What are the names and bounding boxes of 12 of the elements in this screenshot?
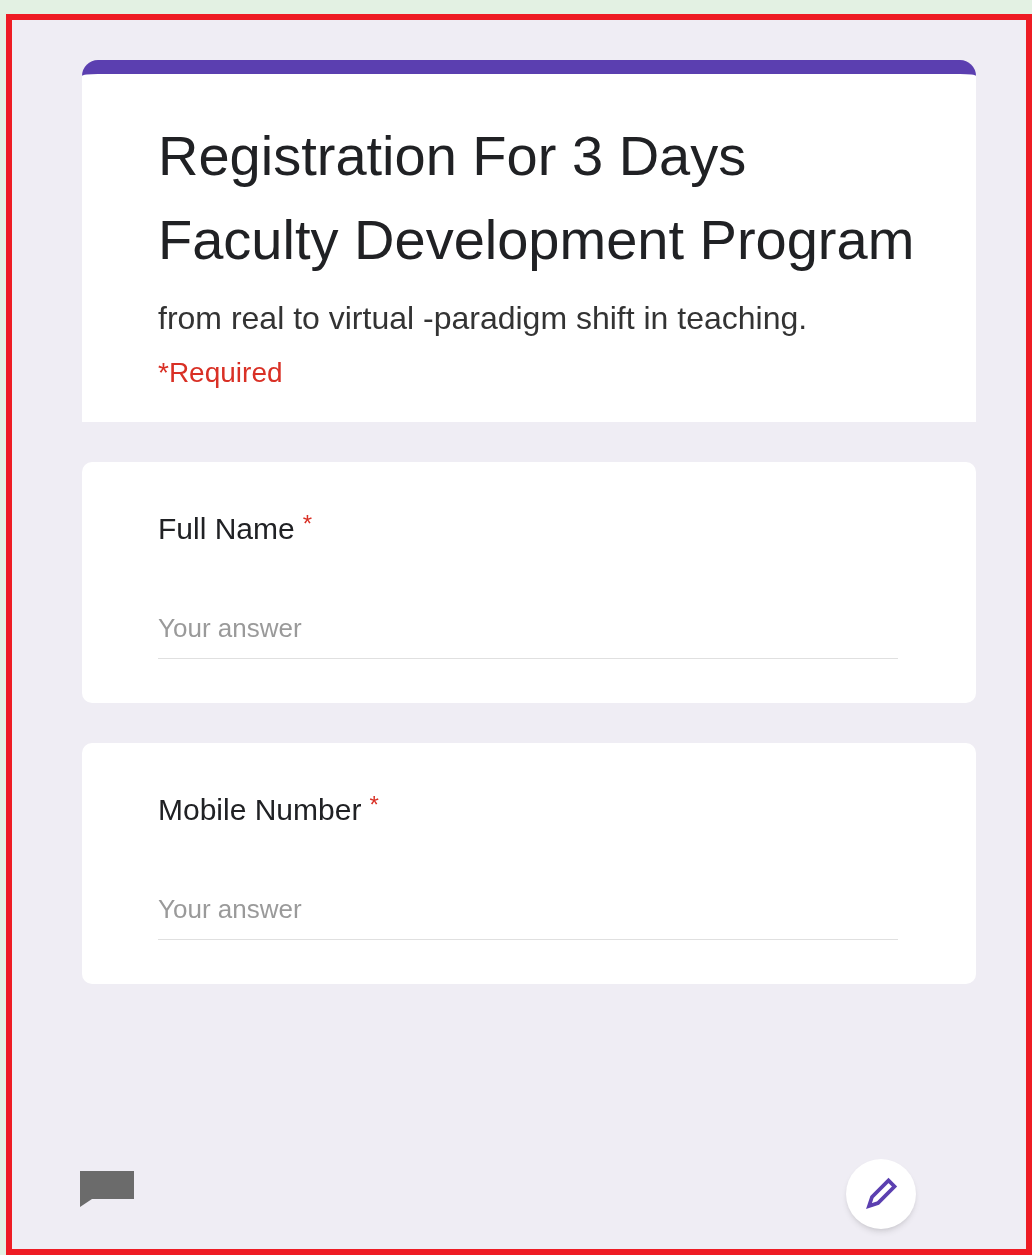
pencil-icon xyxy=(863,1176,899,1212)
form-title: Registration For 3 Days Faculty Development Program xyxy=(158,123,916,273)
question-label: Mobile Number xyxy=(158,792,362,828)
required-note: *Required xyxy=(158,356,284,390)
required-asterisk: * xyxy=(302,509,313,539)
edit-button[interactable] xyxy=(846,1159,916,1229)
answer-field[interactable]: Your answer xyxy=(158,890,898,940)
form-description: from real to virtual -paradigm shift in teaching. xyxy=(158,299,809,338)
question-label: Full Name xyxy=(158,511,295,547)
feedback-icon[interactable] xyxy=(78,1169,136,1209)
answer-field[interactable]: Your answer xyxy=(158,609,898,659)
required-asterisk: * xyxy=(369,790,379,820)
